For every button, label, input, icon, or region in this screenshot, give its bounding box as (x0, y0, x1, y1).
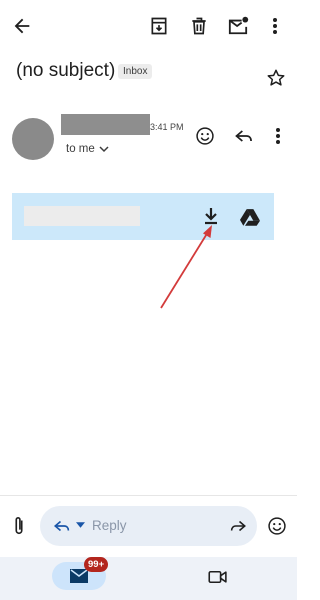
star-icon[interactable] (264, 66, 288, 90)
download-icon[interactable] (198, 203, 224, 229)
recipients-toggle[interactable]: to me (66, 143, 109, 155)
attachment-name-redacted (24, 206, 140, 226)
reply-icon[interactable] (231, 123, 257, 149)
more-vert-icon[interactable] (263, 13, 287, 39)
nav-mail-tab[interactable]: 99+ (52, 557, 109, 590)
attachment-card[interactable] (12, 193, 274, 240)
mail-icon (70, 569, 88, 583)
google-drive-icon[interactable] (237, 204, 263, 230)
delete-icon[interactable] (186, 13, 212, 39)
back-arrow-icon[interactable] (8, 12, 36, 40)
message-more-icon[interactable] (267, 123, 289, 149)
bottom-navigation: 99+ (0, 557, 297, 600)
sender-avatar[interactable] (12, 118, 54, 160)
reply-compose-bar[interactable]: Reply (40, 506, 257, 546)
recipients-label: to me (66, 143, 95, 155)
nav-meet-tab[interactable] (206, 567, 230, 587)
inbox-label-chip[interactable]: Inbox (118, 64, 153, 79)
emoji-icon[interactable] (264, 513, 290, 539)
email-time: 3:41 PM (150, 122, 184, 132)
attach-file-icon[interactable] (6, 513, 32, 539)
mark-unread-icon[interactable] (225, 13, 251, 39)
reply-mode-icon[interactable] (50, 514, 74, 538)
unread-count-badge: 99+ (84, 557, 109, 572)
video-camera-icon (208, 570, 227, 584)
reply-input[interactable]: Reply (92, 518, 127, 533)
chevron-down-icon (99, 146, 109, 153)
divider (0, 495, 297, 496)
email-subject: (no subject) (16, 60, 116, 81)
emoji-reaction-icon[interactable] (192, 123, 218, 149)
reply-mode-dropdown-icon[interactable] (75, 520, 85, 530)
archive-icon[interactable] (146, 13, 172, 39)
forward-icon[interactable] (226, 514, 250, 538)
sender-name-redacted[interactable] (61, 114, 150, 135)
